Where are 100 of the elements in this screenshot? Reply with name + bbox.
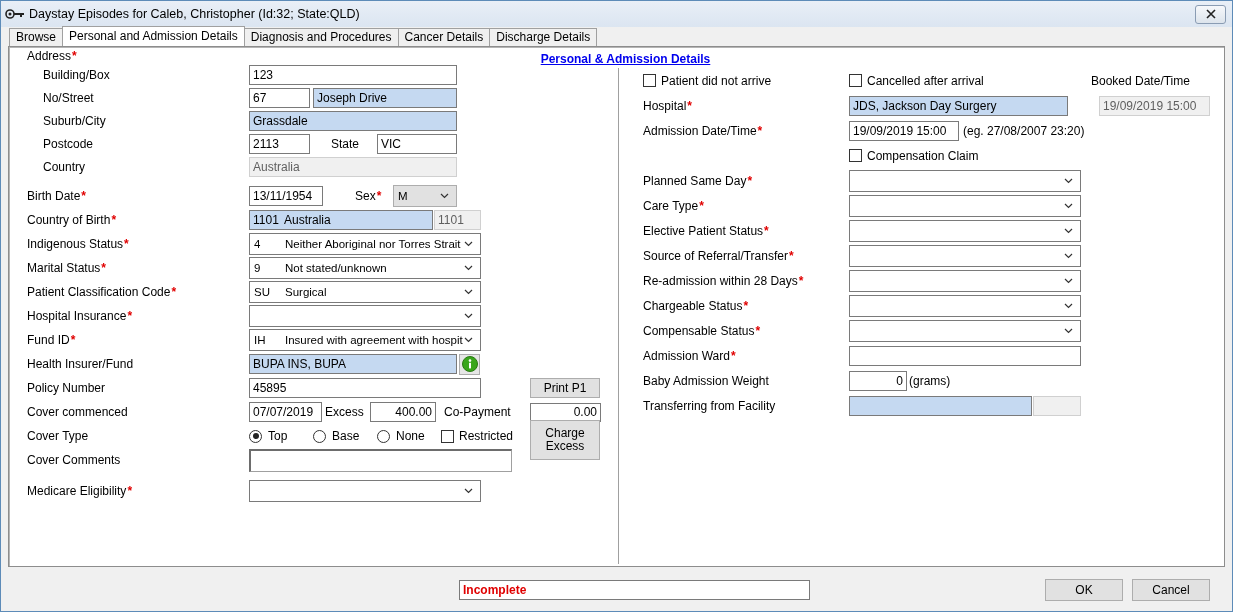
dropdown[interactable] bbox=[849, 169, 1081, 192]
chevron-down-icon bbox=[464, 337, 473, 343]
field-label: Medicare Eligibility* bbox=[27, 484, 133, 498]
chevron-down-icon bbox=[440, 193, 449, 199]
checkbox[interactable]: Compensation Claim bbox=[849, 148, 979, 163]
chevron-down-icon bbox=[1064, 302, 1073, 309]
field-label: Cover commenced bbox=[27, 405, 128, 419]
field-label: Hospital* bbox=[643, 98, 693, 113]
read-only-field: Australia bbox=[249, 156, 457, 177]
dropdown[interactable]: M bbox=[393, 185, 457, 207]
text-field[interactable]: VIC bbox=[377, 133, 457, 154]
field-label: Planned Same Day* bbox=[643, 173, 753, 188]
dropdown[interactable]: 4 Neither Aboriginal nor Torres Strait bbox=[249, 233, 481, 255]
read-only-field bbox=[1033, 395, 1081, 416]
field-label: Patient Classification Code* bbox=[27, 285, 177, 299]
status-field: Incomplete bbox=[459, 580, 810, 600]
dropdown[interactable] bbox=[849, 294, 1081, 317]
field-label: Address* bbox=[27, 49, 77, 63]
checkbox[interactable]: Cancelled after arrival bbox=[849, 73, 1091, 88]
chevron-down-icon bbox=[1064, 177, 1073, 184]
chevron-down-icon bbox=[1064, 227, 1073, 234]
field-label: Birth Date* bbox=[27, 189, 87, 203]
field-label: Cover Comments bbox=[27, 453, 121, 467]
radio-button[interactable]: Base bbox=[313, 429, 377, 443]
button[interactable]: Print P1 bbox=[530, 378, 600, 398]
tab[interactable]: Discharge Details bbox=[489, 28, 598, 46]
checkbox[interactable]: Restricted bbox=[441, 429, 530, 443]
lookup-field[interactable] bbox=[849, 395, 1032, 416]
field-label: Care Type* bbox=[643, 198, 704, 213]
button[interactable]: Charge Excess bbox=[530, 420, 600, 460]
dropdown[interactable] bbox=[849, 194, 1081, 217]
chevron-down-icon bbox=[1064, 252, 1073, 259]
field-label: Suburb/City bbox=[43, 113, 106, 128]
field-label: Elective Patient Status* bbox=[643, 223, 769, 238]
lookup-field[interactable]: 1101 Australia bbox=[249, 210, 433, 230]
close-button[interactable] bbox=[1195, 4, 1226, 24]
dropdown[interactable] bbox=[249, 480, 481, 502]
field-label: Source of Referral/Transfer* bbox=[643, 248, 794, 263]
chevron-down-icon bbox=[1064, 327, 1073, 334]
tab[interactable]: Browse bbox=[9, 28, 63, 46]
read-only-field: 19/09/2019 15:00 bbox=[1099, 95, 1210, 116]
field-label: Cover Type bbox=[27, 429, 89, 443]
tab[interactable]: Personal and Admission Details bbox=[62, 26, 245, 46]
comment-field[interactable] bbox=[249, 448, 512, 472]
field-label: Fund ID* bbox=[27, 333, 76, 347]
text-field[interactable]: 67 bbox=[249, 87, 310, 108]
dropdown[interactable] bbox=[249, 305, 481, 327]
dropdown[interactable]: SU Surgical bbox=[249, 281, 481, 303]
dropdown[interactable]: IH Insured with agreement with hospit bbox=[249, 329, 481, 351]
chevron-down-icon bbox=[464, 488, 473, 494]
text-field[interactable]: 07/07/2019 bbox=[249, 402, 322, 422]
field-label: Indigenous Status* bbox=[27, 237, 129, 251]
dropdown[interactable] bbox=[849, 219, 1081, 242]
chevron-down-icon bbox=[464, 265, 473, 271]
field-label: (grams) bbox=[909, 373, 951, 388]
lookup-field[interactable]: Grassdale bbox=[249, 110, 457, 131]
window-title: Daystay Episodes for Caleb, Christopher (Id:32; State:QLD) bbox=[29, 7, 361, 21]
number-field[interactable]: 0 bbox=[849, 370, 907, 391]
text-field[interactable]: 123 bbox=[249, 64, 457, 85]
field-label: Compensable Status* bbox=[643, 323, 761, 338]
radio-button[interactable]: None bbox=[377, 429, 441, 443]
dropdown[interactable] bbox=[849, 244, 1081, 267]
dropdown[interactable] bbox=[849, 319, 1081, 342]
field-label: Chargeable Status* bbox=[643, 298, 749, 313]
close-icon bbox=[1205, 9, 1216, 19]
field-label: Country bbox=[43, 159, 86, 174]
number-field[interactable]: 0.00 bbox=[530, 402, 601, 422]
chevron-down-icon bbox=[464, 289, 473, 295]
lookup-field[interactable]: Joseph Drive bbox=[313, 87, 457, 108]
dropdown[interactable] bbox=[849, 269, 1081, 292]
read-only-field: 1101 bbox=[434, 210, 481, 230]
key-icon bbox=[5, 8, 25, 20]
text-field[interactable] bbox=[849, 345, 1081, 366]
info-icon bbox=[461, 356, 478, 372]
info-button[interactable] bbox=[459, 353, 480, 375]
field-label: Postcode bbox=[43, 136, 94, 151]
field-label: Marital Status* bbox=[27, 261, 107, 275]
dropdown[interactable]: 9 Not stated/unknown bbox=[249, 257, 481, 279]
radio-button[interactable]: Top bbox=[249, 429, 313, 443]
button[interactable]: Cancel bbox=[1132, 579, 1210, 601]
text-field[interactable]: 2113 bbox=[249, 133, 310, 154]
chevron-down-icon bbox=[464, 313, 473, 319]
lookup-field[interactable]: JDS, Jackson Day Surgery bbox=[849, 95, 1068, 116]
field-label: (eg. 27/08/2007 23:20) bbox=[963, 123, 1085, 138]
field-label: Policy Number bbox=[27, 381, 106, 395]
button[interactable]: OK bbox=[1045, 579, 1123, 601]
checkbox[interactable]: Patient did not arrive bbox=[643, 73, 772, 88]
field-label: Sex* bbox=[355, 189, 383, 203]
number-field[interactable]: 400.00 bbox=[370, 402, 436, 422]
section-link[interactable]: Personal & Admission Details bbox=[540, 51, 711, 66]
tab[interactable]: Diagnosis and Procedures bbox=[243, 28, 399, 46]
field-label: Admission Date/Time* bbox=[643, 123, 763, 138]
lookup-field[interactable]: BUPA INS, BUPA bbox=[249, 354, 457, 374]
chevron-down-icon bbox=[1064, 202, 1073, 209]
text-field[interactable]: 13/11/1954 bbox=[249, 186, 323, 206]
field-label: Admission Ward* bbox=[643, 348, 736, 363]
field-label: State bbox=[331, 136, 361, 151]
field-label: Hospital Insurance* bbox=[27, 309, 133, 323]
text-field[interactable]: 19/09/2019 15:00 bbox=[849, 120, 959, 141]
text-field[interactable]: 45895 bbox=[249, 378, 481, 398]
